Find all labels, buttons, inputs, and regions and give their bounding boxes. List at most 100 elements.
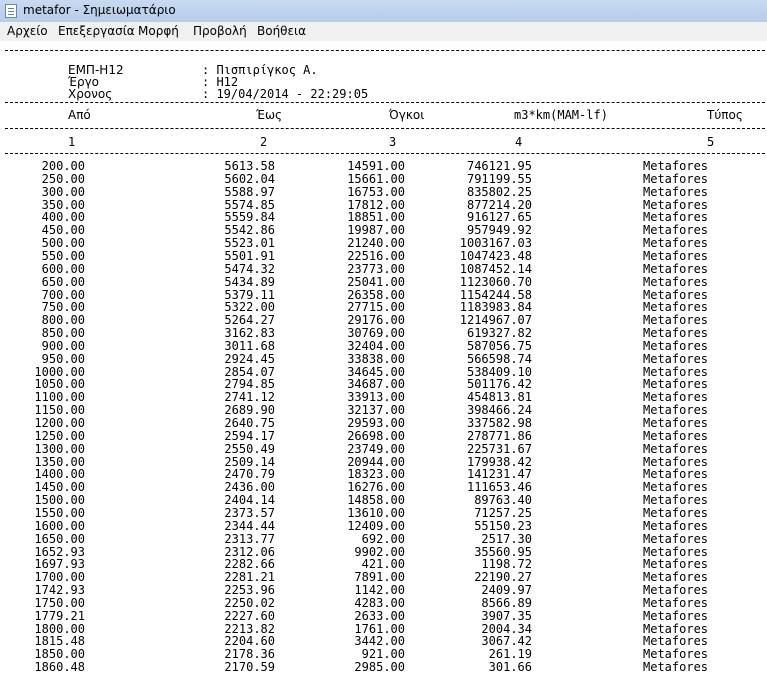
menu-bar: Αρχείο Επεξεργασία Μορφή Προβολή Βοήθεια xyxy=(0,22,767,42)
table-cell: 1650.00 xyxy=(34,531,85,546)
table-cell: 950.00 xyxy=(41,351,85,366)
table-cell: 3907.35 xyxy=(481,608,532,623)
table-cell: 550.00 xyxy=(41,248,85,263)
table-row: 650.00 5434.89 25041.00 1123060.70 Metafores xyxy=(0,274,767,289)
table-cell: 2344.44 xyxy=(224,518,275,533)
table-cell: 22516.00 xyxy=(347,248,405,263)
table-row: 500.00 5523.01 21240.00 1003167.03 Metafores xyxy=(0,237,767,250)
table-cell: 2633.00 xyxy=(354,608,405,623)
table-cell: Metafores xyxy=(643,261,709,276)
table-cell: Metafores xyxy=(643,595,709,610)
table-cell: 1779.21 xyxy=(34,608,85,623)
divider xyxy=(5,128,765,129)
table-cell: 16753.00 xyxy=(347,184,405,199)
table-cell: 1047423.48 xyxy=(459,248,532,263)
table-cell: 2313.77 xyxy=(224,531,275,546)
table-cell: 692.00 xyxy=(361,531,405,546)
table-row: 250.00 5602.04 15661.00 791199.55 Metafores xyxy=(0,171,767,186)
table-row: 1860.48 2170.59 2985.00 301.66 Metafores xyxy=(0,661,767,674)
col-number-3: 3 xyxy=(389,135,397,149)
table-cell: 835802.25 xyxy=(466,184,532,199)
table-cell: Metafores xyxy=(643,428,709,443)
table-row: 1550.00 2373.57 13610.00 71257.25 Metafores xyxy=(0,505,767,520)
divider xyxy=(5,153,765,154)
table-cell: 2373.57 xyxy=(224,505,275,520)
table-cell: Metafores xyxy=(643,274,709,289)
header-line-time: Χρονος: 19/04/2014 - 22:29:05 xyxy=(68,87,369,101)
col-number-5: 5 xyxy=(707,135,715,149)
table-row: 1742.93 2253.96 1142.00 2409.97 Metafores xyxy=(0,584,767,597)
table-cell: 32404.00 xyxy=(347,338,405,353)
table-cell: 650.00 xyxy=(41,274,85,289)
table-cell: 55150.23 xyxy=(474,518,532,533)
table-cell: 1300.00 xyxy=(34,441,85,456)
table-cell: 2985.00 xyxy=(354,660,405,675)
col-header-from: Από xyxy=(68,108,91,122)
table-cell: 2250.02 xyxy=(224,595,275,610)
table-row: 600.00 5474.32 23773.00 1087452.14 Metafores xyxy=(0,261,767,276)
table-cell: Metafores xyxy=(643,505,709,520)
table-cell: 33838.00 xyxy=(347,351,405,366)
title-bar[interactable]: metafor - Σημειωματάριο xyxy=(0,0,767,23)
col-header-to: Έως xyxy=(256,108,283,122)
text-editor-area[interactable]: ΕΜΠ-Η12: Πισπιρίγκος Α. Έργο: Η12 Χρονος… xyxy=(0,41,767,684)
table-cell: 5501.91 xyxy=(224,248,275,263)
table-cell: Metafores xyxy=(643,248,709,263)
table-cell: 1860.48 xyxy=(34,660,85,675)
table-cell: 2924.45 xyxy=(224,351,275,366)
table-cell: 791199.55 xyxy=(466,171,532,186)
col-header-volumes: Όγκοι xyxy=(389,108,425,122)
table-cell: 23749.00 xyxy=(347,441,405,456)
table-row: 850.00 3162.83 30769.00 619327.82 Metafores xyxy=(0,327,767,340)
table-cell: 250.00 xyxy=(41,171,85,186)
table-cell: Metafores xyxy=(643,518,709,533)
window-title: metafor - Σημειωματάριο xyxy=(23,3,176,17)
table-row: 1750.00 2250.02 4283.00 8566.89 Metafores xyxy=(0,595,767,610)
table-cell: 23773.00 xyxy=(347,261,405,276)
table-cell: 8566.89 xyxy=(481,595,532,610)
table-cell: Metafores xyxy=(643,660,709,675)
col-header-m3km: m3*km(MAM-lf) xyxy=(514,108,608,122)
table-cell: Metafores xyxy=(643,338,709,353)
table-row: 1200.00 2640.75 29593.00 337582.98 Metafores xyxy=(0,417,767,430)
col-number-1: 1 xyxy=(68,135,76,149)
table-row: 1600.00 2344.44 12409.00 55150.23 Metafores xyxy=(0,518,767,533)
divider xyxy=(5,50,765,51)
table-cell: Metafores xyxy=(643,184,709,199)
table-cell: 566598.74 xyxy=(466,351,532,366)
table-row: 900.00 3011.68 32404.00 587056.75 Metafores xyxy=(0,338,767,353)
menu-view[interactable]: Προβολή xyxy=(193,24,247,38)
table-cell: 5474.32 xyxy=(224,261,275,276)
table-row: 300.00 5588.97 16753.00 835802.25 Metafores xyxy=(0,184,767,199)
table-cell: 2227.60 xyxy=(224,608,275,623)
table-cell: 278771.86 xyxy=(466,428,532,443)
table-cell: 1750.00 xyxy=(34,595,85,610)
table-row: 1250.00 2594.17 26698.00 278771.86 Metafores xyxy=(0,428,767,443)
table-cell: 5588.97 xyxy=(224,184,275,199)
table-row: 1779.21 2227.60 2633.00 3907.35 Metafores xyxy=(0,608,767,623)
col-number-2: 2 xyxy=(260,135,268,149)
table-cell: 4283.00 xyxy=(354,595,405,610)
table-cell: 1550.00 xyxy=(34,505,85,520)
menu-format[interactable]: Μορφή xyxy=(138,24,179,38)
table-row: 200.00 5613.58 14591.00 746121.95 Metafores xyxy=(0,160,767,173)
menu-file[interactable]: Αρχείο xyxy=(7,24,48,38)
table-cell: 1250.00 xyxy=(34,428,85,443)
col-header-type: Τύπος xyxy=(707,108,743,122)
table-row: 1650.00 2313.77 692.00 2517.30 Metafores xyxy=(0,531,767,546)
table-cell: 1087452.14 xyxy=(459,261,532,276)
table-cell: 13610.00 xyxy=(347,505,405,520)
table-cell: 2550.49 xyxy=(224,441,275,456)
notepad-icon xyxy=(5,4,17,18)
table-cell: 2517.30 xyxy=(481,531,532,546)
menu-edit[interactable]: Επεξεργασία xyxy=(58,24,135,38)
table-cell: 1123060.70 xyxy=(459,274,532,289)
table-row: 550.00 5501.91 22516.00 1047423.48 Metafores xyxy=(0,248,767,263)
table-cell: 25041.00 xyxy=(347,274,405,289)
table-row: 1500.00 2404.14 14858.00 89763.40 Metafores xyxy=(0,494,767,507)
table-cell: 301.66 xyxy=(488,660,532,675)
menu-help[interactable]: Βοήθεια xyxy=(257,24,306,38)
table-cell: 300.00 xyxy=(41,184,85,199)
table-row: 1300.00 2550.49 23749.00 225731.67 Metafores xyxy=(0,441,767,456)
table-cell: 71257.25 xyxy=(474,505,532,520)
